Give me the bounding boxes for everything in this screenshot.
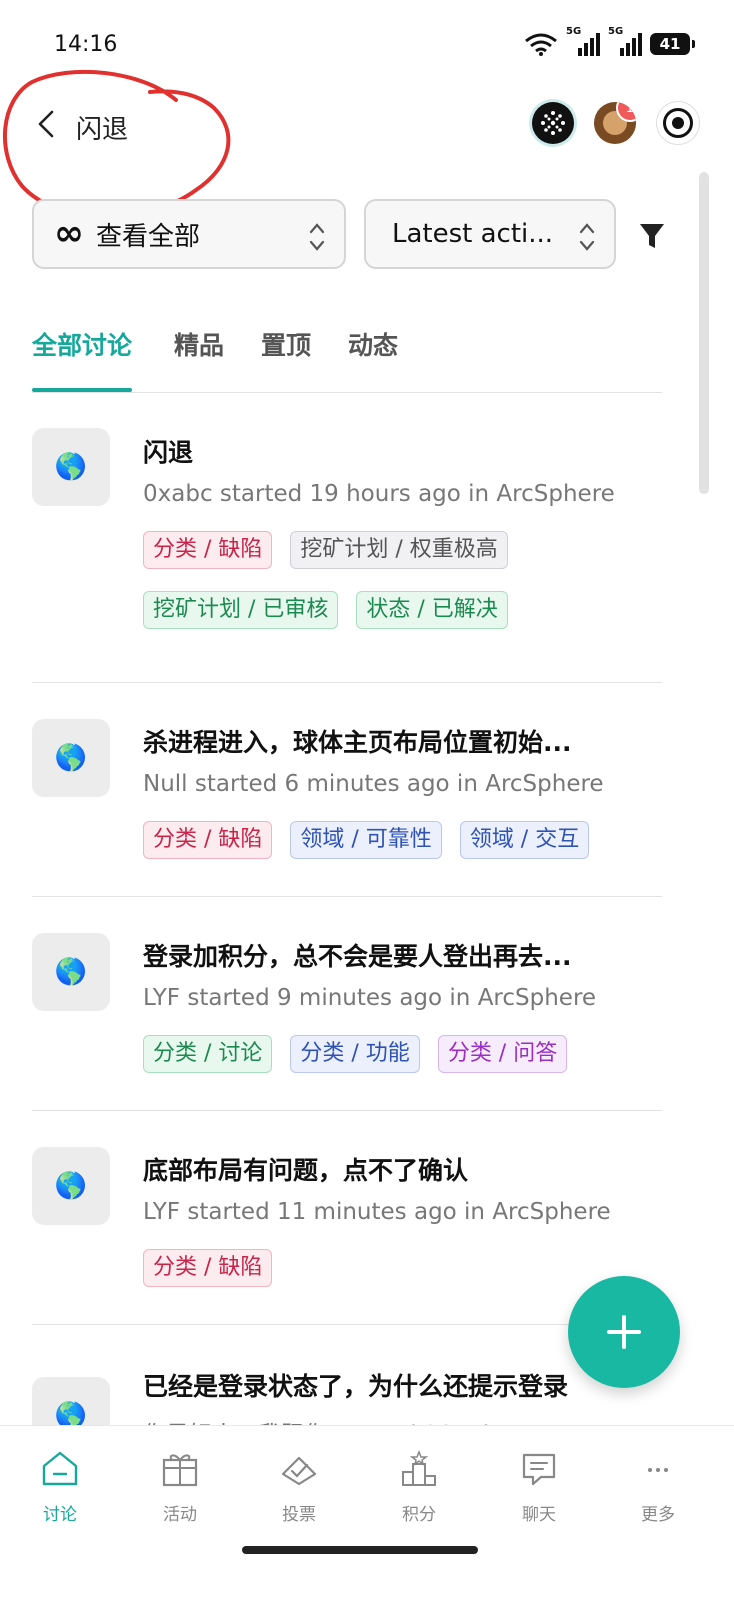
nav-events[interactable]: 活动 xyxy=(130,1450,230,1525)
chevron-updown-icon xyxy=(579,223,595,251)
tab-all-discussions[interactable]: 全部讨论 xyxy=(32,326,133,392)
chevron-updown-icon xyxy=(309,223,325,251)
post-title[interactable]: 已经是登录状态了，为什么还提示登录 xyxy=(143,1367,613,1403)
list-item[interactable]: 🌎 底部布局有问题，点不了确认 LYF started 11 minutes a… xyxy=(32,1111,662,1325)
nav-points[interactable]: 积分 xyxy=(369,1450,469,1525)
header: 闪退 1 xyxy=(0,95,734,165)
bottom-nav: 讨论 活动 投票 积分 聊天 更多 xyxy=(0,1425,734,1601)
list-item[interactable]: 🌎 已经是登录状态了，为什么还提示登录 你是好人，我跟你 started 20 … xyxy=(32,1325,662,1455)
nav-label: 活动 xyxy=(163,1505,197,1525)
sort-select[interactable]: Latest acti... xyxy=(364,199,616,269)
tag[interactable]: 分类 / 讨论 xyxy=(143,1035,273,1073)
vote-icon xyxy=(281,1456,317,1486)
tag[interactable]: 分类 / 缺陷 xyxy=(143,821,273,859)
nav-more[interactable]: 更多 xyxy=(608,1450,708,1525)
tag-list: 分类 / 缺陷 领域 / 可靠性 领域 / 交互 xyxy=(143,821,643,859)
nav-label: 讨论 xyxy=(43,1505,77,1525)
nav-chat[interactable]: 聊天 xyxy=(489,1450,589,1525)
status-bar: 14:16 5G 5G 41 xyxy=(0,0,734,90)
tab-pinned[interactable]: 置顶 xyxy=(261,326,311,390)
avatar[interactable]: 1 xyxy=(594,102,636,144)
tag-list: 分类 / 缺陷 xyxy=(143,1249,643,1287)
filter-bar: ∞ 查看全部 Latest acti... xyxy=(32,199,682,273)
more-icon xyxy=(648,1468,668,1472)
nav-label: 聊天 xyxy=(522,1505,556,1525)
back-icon[interactable] xyxy=(34,109,60,139)
globe-icon: 🌎 xyxy=(32,933,110,1011)
battery-icon: 41 xyxy=(650,33,695,55)
app-logo-button[interactable] xyxy=(532,102,574,144)
nav-label: 投票 xyxy=(282,1505,316,1525)
scope-select-value: ∞ 查看全部 xyxy=(54,215,201,253)
list-item[interactable]: 🌎 登录加积分，总不会是要人登出再去... LYF started 9 minu… xyxy=(32,897,662,1111)
new-discussion-button[interactable] xyxy=(568,1276,680,1388)
nav-vote[interactable]: 投票 xyxy=(249,1450,349,1525)
filter-icon[interactable] xyxy=(638,221,666,251)
tag[interactable]: 状态 / 已解决 xyxy=(356,591,508,629)
header-actions: 1 xyxy=(532,101,700,145)
post-title[interactable]: 闪退 xyxy=(143,433,613,469)
page-title: 闪退 xyxy=(76,115,129,145)
tab-bar: 全部讨论 精品 置顶 动态 xyxy=(32,326,662,393)
gift-icon xyxy=(162,1454,198,1487)
wifi-icon xyxy=(525,33,557,56)
scrollbar[interactable] xyxy=(699,172,709,494)
status-time: 14:16 xyxy=(54,32,118,57)
post-title[interactable]: 杀进程进入，球体主页布局位置初始... xyxy=(143,723,613,759)
signal-icon: 5G xyxy=(608,26,642,56)
podium-icon xyxy=(402,1450,436,1486)
tag[interactable]: 挖矿计划 / 已审核 xyxy=(143,591,339,629)
target-button[interactable] xyxy=(656,101,700,145)
tag[interactable]: 领域 / 可靠性 xyxy=(290,821,442,859)
scope-select[interactable]: ∞ 查看全部 xyxy=(32,199,346,269)
list-item[interactable]: 🌎 闪退 0xabc started 19 hours ago in ArcSp… xyxy=(32,393,662,683)
globe-icon: 🌎 xyxy=(32,719,110,797)
post-meta: LYF started 9 minutes ago in ArcSphere xyxy=(143,985,597,1011)
sort-select-value: Latest acti... xyxy=(392,219,554,249)
home-indicator[interactable] xyxy=(242,1546,478,1554)
tag[interactable]: 领域 / 交互 xyxy=(459,821,590,859)
target-icon xyxy=(663,108,693,138)
chat-icon xyxy=(522,1453,556,1486)
discussion-list: 🌎 闪退 0xabc started 19 hours ago in ArcSp… xyxy=(32,393,662,1455)
plus-icon xyxy=(607,1315,641,1349)
tag-list: 分类 / 讨论 分类 / 功能 分类 / 问答 xyxy=(143,1035,643,1073)
nav-label: 更多 xyxy=(641,1505,675,1525)
tag[interactable]: 分类 / 功能 xyxy=(290,1035,420,1073)
sphere-logo-icon xyxy=(541,111,565,135)
infinity-icon: ∞ xyxy=(54,215,84,253)
post-meta: Null started 6 minutes ago in ArcSphere xyxy=(143,771,604,797)
post-meta: LYF started 11 minutes ago in ArcSphere xyxy=(143,1199,611,1225)
post-title[interactable]: 底部布局有问题，点不了确认 xyxy=(143,1151,613,1187)
tag-list: 分类 / 缺陷 挖矿计划 / 权重极高 挖矿计划 / 已审核 状态 / 已解决 xyxy=(143,531,643,629)
tag[interactable]: 分类 / 缺陷 xyxy=(143,1249,273,1287)
nav-label: 积分 xyxy=(402,1505,436,1525)
globe-icon: 🌎 xyxy=(32,1147,110,1225)
status-icons: 5G 5G 41 xyxy=(524,26,695,56)
tag[interactable]: 分类 / 问答 xyxy=(437,1035,568,1073)
home-icon xyxy=(42,1451,78,1486)
post-meta: 0xabc started 19 hours ago in ArcSphere xyxy=(143,481,615,507)
tab-featured[interactable]: 精品 xyxy=(174,326,224,390)
tag[interactable]: 挖矿计划 / 权重极高 xyxy=(290,531,508,569)
list-item[interactable]: 🌎 杀进程进入，球体主页布局位置初始... Null started 6 min… xyxy=(32,683,662,897)
nav-discussions[interactable]: 讨论 xyxy=(10,1450,110,1525)
globe-icon: 🌎 xyxy=(32,428,110,506)
signal-icon: 5G xyxy=(566,26,600,56)
tag[interactable]: 分类 / 缺陷 xyxy=(143,531,273,569)
post-title[interactable]: 登录加积分，总不会是要人登出再去... xyxy=(143,937,613,973)
tab-activity[interactable]: 动态 xyxy=(348,326,398,390)
